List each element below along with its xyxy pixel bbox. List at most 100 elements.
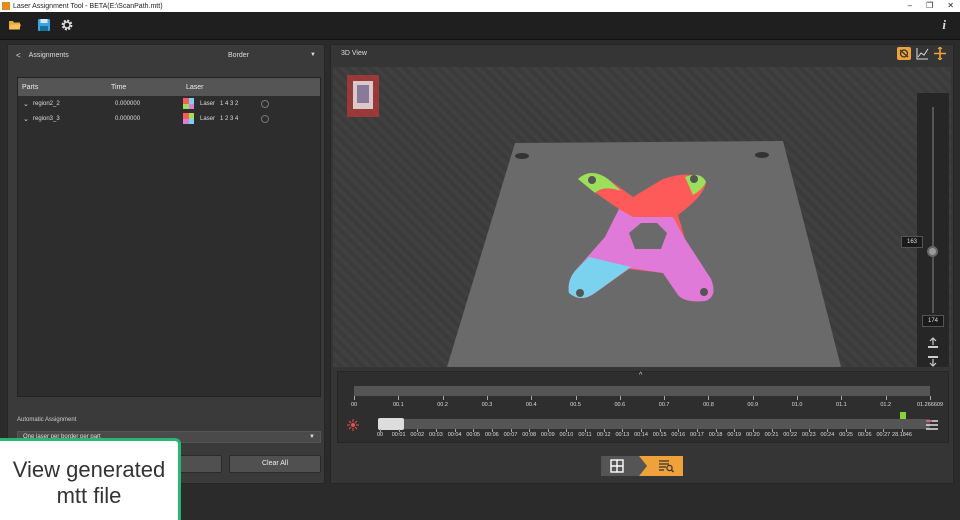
3d-view-title: 3D View [341, 50, 367, 57]
locate-icon[interactable] [261, 99, 269, 108]
clear-all-button[interactable]: Clear All [229, 455, 321, 473]
part-name: region2_2 [33, 100, 60, 107]
laser-color-icon [183, 98, 194, 109]
timeline-top-tick-mark [708, 396, 710, 400]
timeline-bottom-tick-label: 00 [376, 432, 384, 438]
timeline-top-tick-label: 00.3 [481, 402, 493, 408]
layer-up-icon[interactable] [926, 337, 940, 349]
timeline-top-tick-label: 00.5 [570, 402, 581, 408]
layer-slider-handle[interactable] [927, 246, 938, 257]
timeline-bottom-tick-label: 00:27 [876, 432, 891, 438]
timeline-bottom-tick-label: 00:11 [578, 432, 592, 438]
plate-hole [515, 153, 529, 159]
expand-timeline-button[interactable]: ^ [639, 372, 642, 379]
timeline-top-tick-mark [664, 396, 666, 400]
timeline-top-track[interactable] [354, 386, 930, 396]
timeline-bottom-tick-label: 00:12 [596, 432, 611, 438]
folder-open-icon[interactable] [8, 18, 22, 32]
column-header-time[interactable]: Time [111, 84, 126, 91]
assignments-title: Assignments [28, 51, 69, 59]
scan-path-icon[interactable] [658, 459, 674, 473]
timeline-top-tick-mark [752, 396, 754, 400]
timeline-range-handle[interactable] [378, 418, 404, 430]
laser-view-icon[interactable] [897, 47, 911, 60]
mode-switch[interactable] [598, 454, 686, 478]
timeline-top-tick-label: 00 [350, 402, 358, 408]
table-row[interactable]: ⌄ region2_2 0.000000 Laser 1 4 3 2 [18, 96, 320, 111]
part-name: region3_3 [33, 115, 60, 122]
timeline-top-tick-mark [354, 396, 355, 400]
timeline-bottom-tick-label: 00:24 [820, 432, 835, 438]
save-icon[interactable] [37, 18, 51, 32]
timeline-bottom-tick-label: 00:16 [671, 432, 686, 438]
timeline-bottom-tick-label: 00:01 [391, 432, 406, 438]
assignments-table: Parts Time Laser ⌄ region2_2 0.000000 La… [17, 77, 321, 397]
laser-color-icon [183, 113, 194, 124]
assignments-header: < Assignments Border ▼ [8, 45, 324, 65]
3d-viewport[interactable]: 163 174 [333, 67, 951, 367]
timeline-bottom-tick-label: 00:22 [783, 432, 798, 438]
layer-slider-panel: 163 174 [901, 93, 949, 367]
locate-icon[interactable] [261, 114, 269, 123]
timeline-bottom-tick-label: 00:20 [745, 432, 760, 438]
timeline-bottom-tick-label: 00:07 [503, 432, 518, 438]
assignments-panel: < Assignments Border ▼ Parts Time Laser … [7, 44, 325, 484]
timeline-bottom-tick-label: 00:10 [559, 432, 574, 438]
laser-order: 1 2 3 4 [220, 115, 239, 122]
timeline-top-tick-label: 00.1 [392, 402, 404, 408]
part-time: 0.000000 [115, 115, 141, 122]
close-button[interactable]: ✕ [947, 0, 954, 12]
window-title: Laser Assignment Tool - BETA(E:\ScanPath… [13, 2, 163, 10]
chevron-down-icon: ▼ [309, 434, 315, 440]
chart-icon[interactable] [915, 47, 929, 60]
expand-chevron-icon[interactable]: ⌄ [23, 100, 29, 108]
minimize-button[interactable]: – [908, 0, 912, 12]
caption-line-1: View generated [12, 457, 166, 482]
timeline-top-tick-mark [841, 396, 843, 400]
caption-line-2: mtt file [56, 483, 122, 508]
timeline-bottom-tick-label: 00:06 [484, 432, 499, 438]
timeline-top-tick-mark [619, 396, 621, 400]
timeline-bottom-track[interactable] [378, 419, 930, 429]
table-header: Parts Time Laser [18, 78, 320, 96]
column-header-laser[interactable]: Laser [186, 84, 204, 91]
timeline-panel: ^ 00 00.1 00.2 00.3 00.4 00.5 00.6 00.7 00.8 00.9… [337, 371, 949, 443]
menu-icon[interactable] [924, 418, 940, 432]
timeline-top-tick-mark [398, 396, 400, 400]
chevron-down-icon[interactable]: ▼ [310, 52, 316, 58]
timeline-bottom-tick-label: 00:19 [727, 432, 742, 438]
timeline-top-tick-mark [885, 396, 887, 400]
timeline-top-tick-label: 00.4 [525, 402, 537, 408]
timeline-bottom-tick-label: 00:14 [634, 432, 648, 438]
max-layer-value: 174 [922, 315, 944, 327]
timeline-top-tick-label: 01.0 [791, 402, 803, 408]
part-thumbnail[interactable] [347, 75, 379, 117]
timeline-playhead[interactable] [900, 412, 906, 419]
back-button[interactable]: < [16, 51, 21, 60]
layout-grid-icon[interactable] [610, 459, 624, 473]
timeline-top-tick-mark [442, 396, 444, 400]
maximize-button[interactable]: ❐ [926, 0, 933, 12]
layer-down-icon[interactable] [926, 355, 940, 367]
timeline-bottom-tick-label: 00:23 [801, 432, 816, 438]
caption-overlay: View generated mtt file [0, 438, 181, 520]
timeline-top-tick-label: 00.9 [747, 402, 759, 408]
laser-source-icon[interactable] [346, 418, 360, 432]
column-header-parts[interactable]: Parts [22, 84, 38, 91]
timeline-bottom-tick-label: 00:08 [522, 432, 537, 438]
laser-label: Laser [200, 100, 216, 107]
expand-chevron-icon[interactable]: ⌄ [23, 115, 29, 123]
layer-slider-track [932, 107, 934, 313]
timeline-top-tick-mark [575, 396, 577, 400]
table-row[interactable]: ⌄ region3_3 0.000000 Laser 1 2 3 4 [18, 111, 320, 126]
timeline-top-tick-mark [486, 396, 488, 400]
timeline-top-tick-label: 00.8 [703, 402, 714, 408]
mode-select[interactable]: Border [228, 52, 249, 59]
timeline-top-tick-label: 00.7 [658, 402, 670, 408]
split-view-icon[interactable] [933, 47, 947, 60]
3d-view-panel: 3D View 163 174 ^ 00 00.1 00.2 00.3 00.4… [330, 44, 954, 484]
info-icon[interactable]: i [942, 17, 946, 33]
gear-icon[interactable] [60, 18, 74, 32]
current-layer-value: 163 [901, 236, 923, 248]
timeline-top-tick-label: 00.2 [437, 402, 448, 408]
